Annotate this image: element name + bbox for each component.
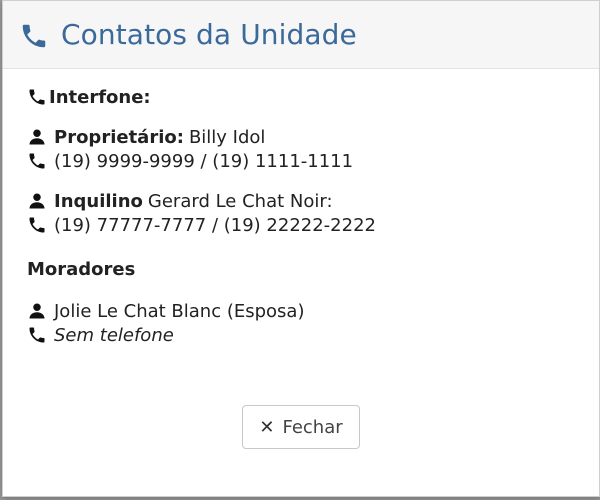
user-icon <box>27 127 47 147</box>
owner-row: Proprietário: Billy Idol <box>27 125 575 149</box>
close-icon: ✕ <box>259 416 275 438</box>
close-button[interactable]: ✕ Fechar <box>242 405 360 449</box>
owner-label: Proprietário: <box>54 126 184 148</box>
resident-name: Jolie Le Chat Blanc (Esposa) <box>54 300 305 322</box>
resident-phone-row: Sem telefone <box>27 323 575 347</box>
resident-row: Jolie Le Chat Blanc (Esposa) <box>27 299 575 323</box>
resident-phone: Sem telefone <box>54 324 174 346</box>
phone-icon <box>27 87 47 107</box>
phone-icon <box>27 325 47 345</box>
interfone-label: Interfone: <box>49 86 151 108</box>
residents-title: Moradores <box>27 258 136 280</box>
modal-header: Contatos da Unidade <box>3 1 599 69</box>
phone-icon <box>27 215 47 235</box>
owner-phones: (19) 9999-9999 / (19) 1111-1111 <box>54 150 354 172</box>
tenant-label: Inquilino <box>54 190 143 212</box>
tenant-phones: (19) 77777-7777 / (19) 22222-2222 <box>54 214 376 236</box>
phone-icon <box>27 151 47 171</box>
contacts-modal: Contatos da Unidade Interfone: Proprietá… <box>2 0 600 497</box>
close-button-label: Fechar <box>282 416 343 438</box>
user-icon <box>27 301 47 321</box>
owner-name: Billy Idol <box>188 126 266 148</box>
user-icon <box>27 191 47 211</box>
tenant-row: Inquilino Gerard Le Chat Noir: <box>27 189 575 213</box>
modal-body: Interfone: Proprietário: Billy Idol (19)… <box>3 69 599 347</box>
tenant-phone-row: (19) 77777-7777 / (19) 22222-2222 <box>27 213 575 237</box>
phone-icon <box>19 21 49 51</box>
tenant-name: Gerard Le Chat Noir: <box>147 190 333 212</box>
interfone-row: Interfone: <box>27 85 575 109</box>
modal-footer: ✕ Fechar <box>3 405 599 449</box>
owner-phone-row: (19) 9999-9999 / (19) 1111-1111 <box>27 149 575 173</box>
modal-title: Contatos da Unidade <box>61 18 357 51</box>
